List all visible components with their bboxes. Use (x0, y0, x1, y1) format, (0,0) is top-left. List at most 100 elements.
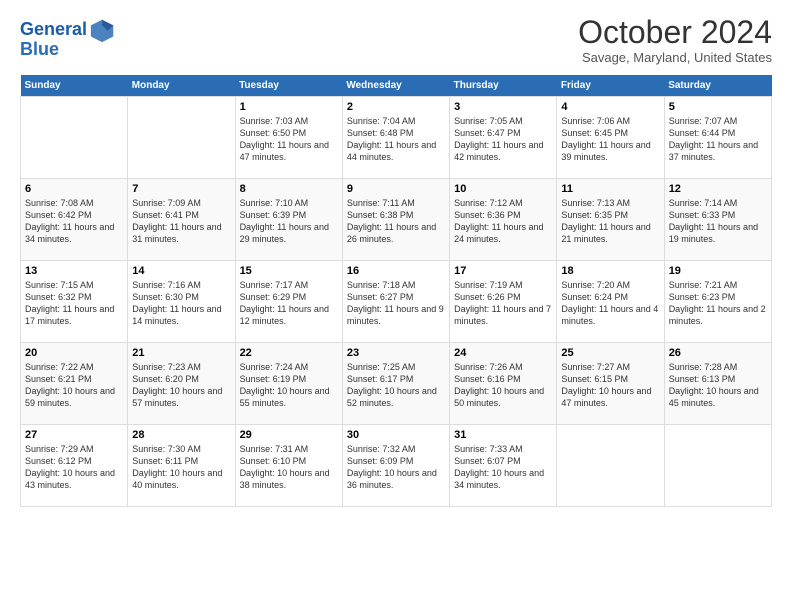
day-info: Sunrise: 7:27 AMSunset: 6:15 PMDaylight:… (561, 361, 659, 410)
day-cell: 11Sunrise: 7:13 AMSunset: 6:35 PMDayligh… (557, 179, 664, 261)
logo-text: General (20, 20, 87, 40)
day-number: 13 (25, 265, 123, 277)
day-number: 3 (454, 101, 552, 113)
day-info: Sunrise: 7:16 AMSunset: 6:30 PMDaylight:… (132, 279, 230, 328)
day-cell (21, 97, 128, 179)
day-number: 9 (347, 183, 445, 195)
week-row-2: 6 Sunrise: 7:08 AMSunset: 6:42 PMDaylight… (21, 179, 772, 261)
day-info: Sunrise: 7:06 AMSunset: 6:45 PMDaylight:… (561, 115, 659, 164)
day-cell: 23 Sunrise: 7:25 AMSunset: 6:17 PMDayligh… (342, 343, 449, 425)
weekday-header-sunday: Sunday (21, 75, 128, 97)
day-info: Sunrise: 7:20 AMSunset: 6:24 PMDaylight:… (561, 279, 659, 328)
day-cell: 17 Sunrise: 7:19 AMSunset: 6:26 PMDayligh… (450, 261, 557, 343)
weekday-header-friday: Friday (557, 75, 664, 97)
day-number: 1 (240, 101, 338, 113)
logo-icon (89, 16, 117, 44)
day-cell: 30Sunrise: 7:32 AMSunset: 6:09 PMDayligh… (342, 425, 449, 507)
day-cell: 13 Sunrise: 7:15 AMSunset: 6:32 PMDayligh… (21, 261, 128, 343)
day-cell: 3 Sunrise: 7:05 AMSunset: 6:47 PMDaylight… (450, 97, 557, 179)
day-cell: 9 Sunrise: 7:11 AMSunset: 6:38 PMDaylight… (342, 179, 449, 261)
day-cell: 6 Sunrise: 7:08 AMSunset: 6:42 PMDaylight… (21, 179, 128, 261)
day-cell: 21 Sunrise: 7:23 AMSunset: 6:20 PMDayligh… (128, 343, 235, 425)
day-cell: 18 Sunrise: 7:20 AMSunset: 6:24 PMDayligh… (557, 261, 664, 343)
day-cell: 2 Sunrise: 7:04 AMSunset: 6:48 PMDaylight… (342, 97, 449, 179)
day-number: 17 (454, 265, 552, 277)
day-cell: 14Sunrise: 7:16 AMSunset: 6:30 PMDayligh… (128, 261, 235, 343)
day-cell: 10 Sunrise: 7:12 AMSunset: 6:36 PMDayligh… (450, 179, 557, 261)
day-cell: 27 Sunrise: 7:29 AMSunset: 6:12 PMDayligh… (21, 425, 128, 507)
day-cell: 1 Sunrise: 7:03 AMSunset: 6:50 PMDaylight… (235, 97, 342, 179)
month-title: October 2024 (578, 16, 772, 48)
day-number: 10 (454, 183, 552, 195)
day-cell: 7 Sunrise: 7:09 AMSunset: 6:41 PMDaylight… (128, 179, 235, 261)
day-number: 15 (240, 265, 338, 277)
day-info: Sunrise: 7:32 AMSunset: 6:09 PMDaylight:… (347, 443, 445, 492)
day-cell: 29Sunrise: 7:31 AMSunset: 6:10 PMDayligh… (235, 425, 342, 507)
day-info: Sunrise: 7:18 AMSunset: 6:27 PMDaylight:… (347, 279, 445, 328)
day-number: 27 (25, 429, 123, 441)
day-number: 20 (25, 347, 123, 359)
location: Savage, Maryland, United States (578, 50, 772, 65)
title-block: October 2024 Savage, Maryland, United St… (578, 16, 772, 65)
day-cell: 24 Sunrise: 7:26 AMSunset: 6:16 PMDayligh… (450, 343, 557, 425)
week-row-4: 20Sunrise: 7:22 AMSunset: 6:21 PMDayligh… (21, 343, 772, 425)
day-info: Sunrise: 7:26 AMSunset: 6:16 PMDaylight:… (454, 361, 552, 410)
day-info: Sunrise: 7:31 AMSunset: 6:10 PMDaylight:… (240, 443, 338, 492)
day-number: 5 (669, 101, 767, 113)
day-number: 28 (132, 429, 230, 441)
day-number: 26 (669, 347, 767, 359)
day-number: 2 (347, 101, 445, 113)
day-number: 11 (561, 183, 659, 195)
day-info: Sunrise: 7:14 AMSunset: 6:33 PMDaylight:… (669, 197, 767, 246)
day-cell: 28 Sunrise: 7:30 AMSunset: 6:11 PMDayligh… (128, 425, 235, 507)
day-info: Sunrise: 7:12 AMSunset: 6:36 PMDaylight:… (454, 197, 552, 246)
day-info: Sunrise: 7:09 AMSunset: 6:41 PMDaylight:… (132, 197, 230, 246)
logo: General Blue (20, 16, 117, 60)
day-info: Sunrise: 7:17 AMSunset: 6:29 PMDaylight:… (240, 279, 338, 328)
day-cell: 19Sunrise: 7:21 AMSunset: 6:23 PMDayligh… (664, 261, 771, 343)
day-info: Sunrise: 7:25 AMSunset: 6:17 PMDaylight:… (347, 361, 445, 410)
weekday-header-row: SundayMondayTuesdayWednesdayThursdayFrid… (21, 75, 772, 97)
day-info: Sunrise: 7:08 AMSunset: 6:42 PMDaylight:… (25, 197, 123, 246)
weekday-header-tuesday: Tuesday (235, 75, 342, 97)
day-cell: 16Sunrise: 7:18 AMSunset: 6:27 PMDayligh… (342, 261, 449, 343)
calendar-table: SundayMondayTuesdayWednesdayThursdayFrid… (20, 75, 772, 507)
day-cell: 31Sunrise: 7:33 AMSunset: 6:07 PMDayligh… (450, 425, 557, 507)
day-info: Sunrise: 7:24 AMSunset: 6:19 PMDaylight:… (240, 361, 338, 410)
day-number: 6 (25, 183, 123, 195)
day-number: 31 (454, 429, 552, 441)
day-number: 4 (561, 101, 659, 113)
week-row-5: 27 Sunrise: 7:29 AMSunset: 6:12 PMDayligh… (21, 425, 772, 507)
day-cell: 8Sunrise: 7:10 AMSunset: 6:39 PMDaylight… (235, 179, 342, 261)
day-cell: 4 Sunrise: 7:06 AMSunset: 6:45 PMDaylight… (557, 97, 664, 179)
day-info: Sunrise: 7:05 AMSunset: 6:47 PMDaylight:… (454, 115, 552, 164)
day-number: 25 (561, 347, 659, 359)
day-info: Sunrise: 7:28 AMSunset: 6:13 PMDaylight:… (669, 361, 767, 410)
day-cell: 20Sunrise: 7:22 AMSunset: 6:21 PMDayligh… (21, 343, 128, 425)
header: General Blue October 2024 Savage, Maryla… (20, 16, 772, 65)
day-cell (128, 97, 235, 179)
day-info: Sunrise: 7:10 AMSunset: 6:39 PMDaylight:… (240, 197, 338, 246)
day-cell: 12 Sunrise: 7:14 AMSunset: 6:33 PMDayligh… (664, 179, 771, 261)
day-number: 21 (132, 347, 230, 359)
weekday-header-wednesday: Wednesday (342, 75, 449, 97)
day-info: Sunrise: 7:04 AMSunset: 6:48 PMDaylight:… (347, 115, 445, 164)
day-number: 23 (347, 347, 445, 359)
day-info: Sunrise: 7:29 AMSunset: 6:12 PMDaylight:… (25, 443, 123, 492)
day-number: 7 (132, 183, 230, 195)
day-info: Sunrise: 7:23 AMSunset: 6:20 PMDaylight:… (132, 361, 230, 410)
day-number: 24 (454, 347, 552, 359)
day-info: Sunrise: 7:15 AMSunset: 6:32 PMDaylight:… (25, 279, 123, 328)
day-number: 12 (669, 183, 767, 195)
day-info: Sunrise: 7:03 AMSunset: 6:50 PMDaylight:… (240, 115, 338, 164)
week-row-3: 13 Sunrise: 7:15 AMSunset: 6:32 PMDayligh… (21, 261, 772, 343)
day-cell: 25 Sunrise: 7:27 AMSunset: 6:15 PMDayligh… (557, 343, 664, 425)
day-info: Sunrise: 7:11 AMSunset: 6:38 PMDaylight:… (347, 197, 445, 246)
page: General Blue October 2024 Savage, Maryla… (0, 0, 792, 612)
day-info: Sunrise: 7:30 AMSunset: 6:11 PMDaylight:… (132, 443, 230, 492)
day-info: Sunrise: 7:19 AMSunset: 6:26 PMDaylight:… (454, 279, 552, 328)
day-info: Sunrise: 7:07 AMSunset: 6:44 PMDaylight:… (669, 115, 767, 164)
day-number: 22 (240, 347, 338, 359)
day-number: 18 (561, 265, 659, 277)
day-cell: 5 Sunrise: 7:07 AMSunset: 6:44 PMDaylight… (664, 97, 771, 179)
